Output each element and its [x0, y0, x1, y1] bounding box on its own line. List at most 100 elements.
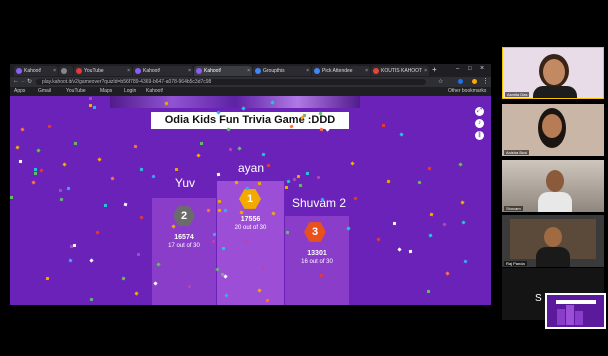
confetti-piece	[228, 147, 232, 151]
bookmark-login[interactable]: Login	[124, 87, 136, 96]
bookmark-gmail[interactable]: Gmail	[38, 87, 51, 96]
video-tile-3[interactable]: Shuvam	[502, 160, 604, 212]
video-tile-1[interactable]: Asmita Das	[502, 47, 604, 99]
participant-name: Asmita Das	[505, 92, 530, 97]
profile-avatar-icon[interactable]	[472, 79, 477, 84]
confetti-piece	[73, 141, 78, 146]
bookmark-kahoot[interactable]: Kahoot!	[146, 87, 163, 96]
confetti-piece	[68, 258, 73, 263]
browser-tab-1[interactable]: Kahoot! ×	[14, 66, 58, 76]
second-place-name: Yuv	[174, 176, 195, 190]
bookmark-star-icon[interactable]: ☆	[438, 78, 443, 85]
back-icon[interactable]: ←	[13, 78, 19, 84]
browser-tab-6[interactable]: Groupthis ×	[253, 66, 311, 76]
confetti-piece	[296, 174, 301, 179]
tab-label: KOUTIS KAHOOT	[381, 68, 423, 74]
close-icon[interactable]: ×	[53, 66, 56, 76]
participant-shirt	[538, 192, 572, 212]
confetti-piece	[121, 276, 126, 281]
tab-bar: Kahoot! × YouTube × Kahoot! × Kahoot! × Grou…	[10, 64, 491, 77]
confetti-piece	[298, 184, 303, 188]
confetti-piece	[353, 196, 358, 201]
close-icon[interactable]: ×	[306, 66, 309, 76]
confetti-piece	[226, 127, 232, 132]
confetti-piece	[427, 166, 431, 171]
confetti-piece	[211, 239, 215, 243]
first-place-detail: 20 out of 30	[234, 225, 267, 231]
close-icon[interactable]: ×	[188, 66, 191, 76]
confetti-piece	[408, 249, 412, 254]
confetti-piece	[139, 215, 144, 220]
confetti-piece	[95, 230, 100, 235]
forward-icon[interactable]: →	[20, 78, 26, 84]
confetti-piece	[34, 171, 38, 175]
confetti-piece	[292, 177, 297, 182]
close-icon[interactable]: ×	[127, 66, 130, 76]
menu-kebab-icon[interactable]: ⋮	[482, 77, 489, 85]
extension-icon[interactable]	[458, 79, 463, 84]
video-tile-2[interactable]: Anisha Busi	[502, 104, 604, 156]
maximize-icon[interactable]: □	[468, 66, 472, 72]
confetti-piece	[187, 284, 191, 289]
bookmark-other[interactable]: Other bookmarks	[448, 87, 486, 96]
participant-face	[546, 170, 564, 192]
minimize-icon[interactable]: –	[456, 66, 459, 72]
participant-face	[542, 114, 562, 138]
confetti-piece	[134, 291, 139, 296]
confetti-piece	[216, 173, 220, 177]
close-icon[interactable]: ×	[365, 66, 368, 76]
browser-tab-7[interactable]: Pick Attendee ×	[312, 66, 370, 76]
browser-tab-3[interactable]: YouTube ×	[74, 66, 132, 76]
browser-tab-active[interactable]: Kahoot! ×	[194, 66, 252, 76]
confetti-piece	[39, 168, 44, 173]
header-decoration	[110, 96, 360, 108]
screen-share-label: S	[535, 293, 542, 304]
kahoot-favicon-icon	[135, 68, 141, 74]
confetti-piece	[261, 152, 266, 157]
tab-label: Kahoot!	[24, 68, 42, 74]
bookmark-apps[interactable]: Apps	[14, 87, 25, 96]
video-tile-4[interactable]: Raj Panda	[502, 215, 604, 267]
confetti-piece	[59, 197, 64, 202]
close-icon[interactable]: ×	[247, 66, 250, 76]
confetti-piece	[417, 180, 422, 185]
third-place-score: 13301	[307, 250, 327, 257]
new-tab-icon[interactable]: +	[432, 65, 437, 74]
participant-name: Raj Panda	[504, 261, 527, 266]
sound-icon[interactable]: ♪	[475, 119, 484, 128]
confetti-piece	[136, 253, 141, 257]
page-favicon-icon	[61, 68, 67, 74]
confetti-piece	[104, 204, 108, 208]
confetti-piece	[463, 259, 468, 264]
bookmark-maps[interactable]: Maps	[100, 87, 112, 96]
browser-tab-2[interactable]	[59, 66, 73, 76]
confetti-piece	[461, 220, 466, 225]
confetti-piece	[196, 153, 201, 158]
confetti-piece	[441, 222, 447, 227]
confetti-piece	[89, 103, 93, 107]
url-input[interactable]: play.kahoot.it/v2/gameover?quizId=b56f78…	[36, 79, 426, 85]
confetti-piece	[58, 188, 62, 193]
fullscreen-icon[interactable]: ⤢	[475, 107, 484, 116]
confetti-piece	[386, 180, 391, 184]
confetti-piece	[139, 167, 144, 172]
confetti-piece	[66, 186, 71, 191]
browser-tab-8[interactable]: KOUTIS KAHOOT ×	[371, 66, 429, 76]
confetti-piece	[46, 276, 50, 280]
confetti-piece	[36, 148, 41, 153]
pause-icon[interactable]: ∥	[475, 131, 484, 140]
confetti-piece	[325, 127, 330, 132]
kahoot-favicon-icon	[196, 68, 202, 74]
confetti-piece	[89, 297, 94, 302]
first-place-score: 17556	[240, 216, 261, 223]
confetti-piece	[175, 167, 179, 171]
confetti-piece	[286, 179, 291, 184]
close-icon[interactable]: ×	[424, 66, 427, 76]
window-close-icon[interactable]: ×	[480, 65, 484, 72]
first-place-name: ayan	[237, 161, 265, 175]
browser-tab-4[interactable]: Kahoot! ×	[133, 66, 193, 76]
reload-icon[interactable]: ↻	[27, 78, 32, 85]
screen-share-preview[interactable]	[545, 293, 606, 329]
preview-podium	[557, 309, 565, 325]
bookmark-youtube[interactable]: YouTube	[66, 87, 86, 96]
